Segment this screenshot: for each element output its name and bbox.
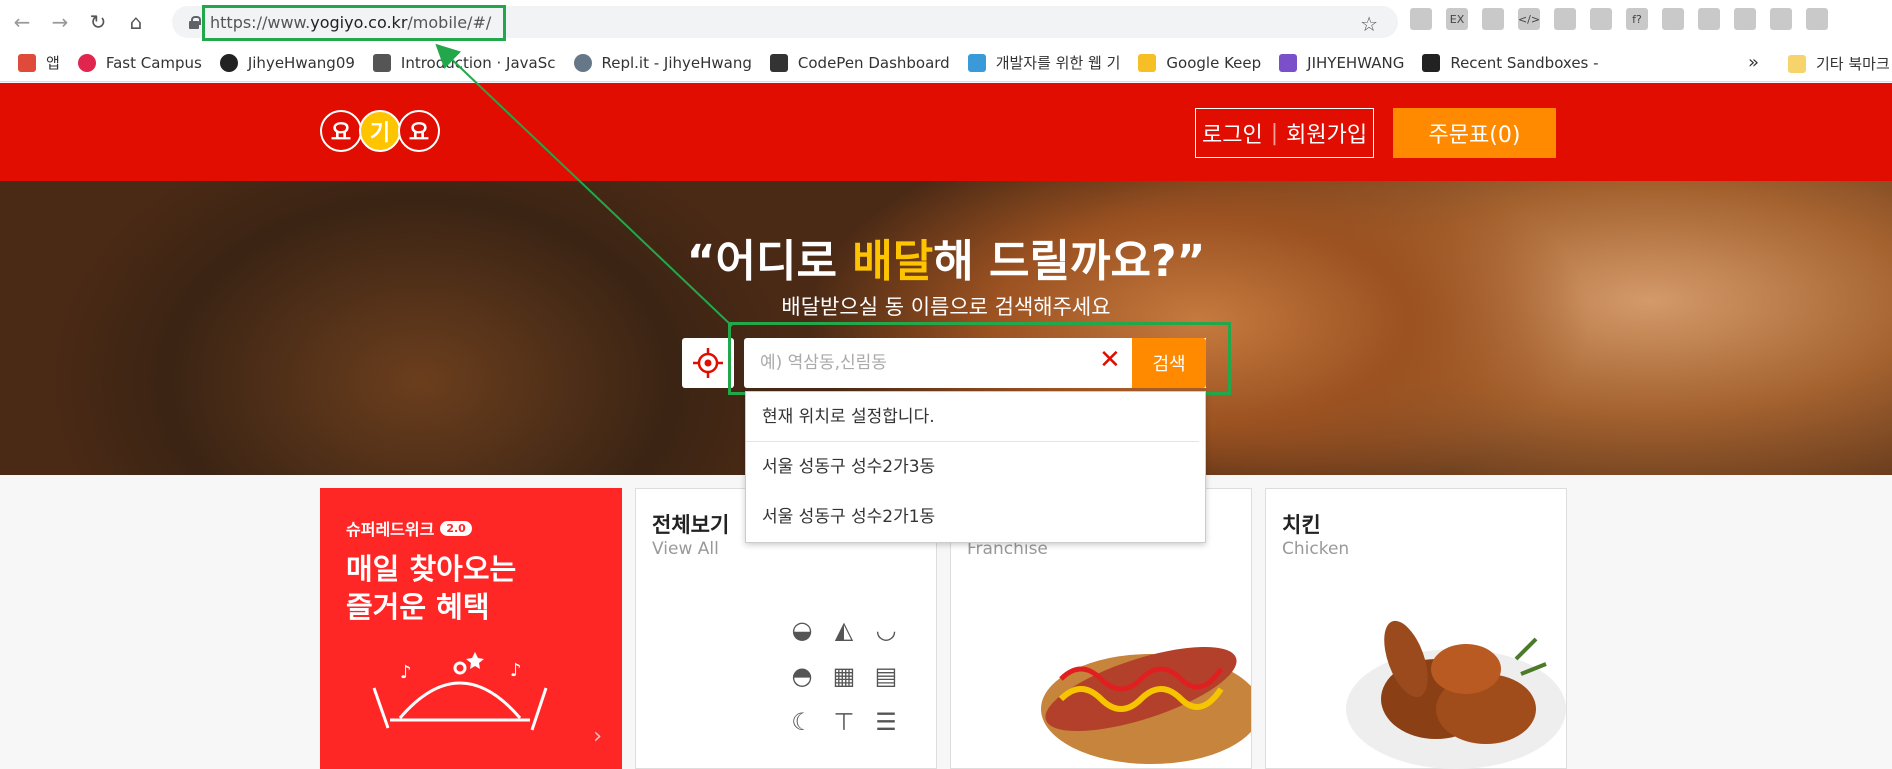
chicken-icon: ◒: [791, 616, 813, 644]
back-icon[interactable]: ←: [6, 6, 38, 38]
keep-icon: [1138, 53, 1157, 72]
fastcampus-icon: [77, 53, 96, 72]
auth-box: 로그인 | 회원가입: [1195, 108, 1375, 158]
extension-icon[interactable]: [1482, 8, 1504, 30]
bookmark-item[interactable]: JIHYEHWANG: [1279, 53, 1404, 72]
forward-icon[interactable]: →: [44, 6, 76, 38]
extension-icon[interactable]: [1590, 8, 1612, 30]
card-subtitle: View All: [652, 539, 719, 559]
promo-card[interactable]: 슈퍼레드위크 2.0 매일 찾아오는 즐거운 혜택 ♪ ♪ ›: [320, 488, 622, 769]
site-header: 요 기 요 로그인 | 회원가입 주문표(0): [0, 83, 1892, 181]
search-highlight-box: [728, 322, 1231, 395]
bookmark-item[interactable]: CodePen Dashboard: [769, 53, 950, 72]
other-bookmarks-folder[interactable]: 기타 북마크: [1788, 53, 1890, 74]
extension-icon[interactable]: [1770, 8, 1792, 30]
folder-icon: [1788, 54, 1806, 73]
extension-icon[interactable]: EX: [1446, 8, 1468, 30]
suggestion-current-location[interactable]: 현재 위치로 설정합니다.: [746, 392, 1199, 442]
card-title: 치킨: [1282, 513, 1321, 537]
hotdog-image: [1041, 646, 1251, 764]
extension-icon[interactable]: [1662, 8, 1684, 30]
bookmark-star-icon[interactable]: ☆: [1360, 12, 1378, 36]
lock-icon: [188, 15, 201, 29]
logo-char: 요: [320, 110, 362, 152]
home-icon[interactable]: ⌂: [120, 6, 152, 38]
bookmark-item[interactable]: 개발자를 위한 웹 기: [967, 52, 1120, 73]
extensions-area: EX </> f?: [1410, 8, 1828, 30]
night-food-icon: ☾: [791, 708, 813, 736]
promo-tag: 슈퍼레드위크 2.0: [346, 516, 472, 540]
card-title: 전체보기: [652, 513, 730, 537]
suggestion-item[interactable]: 서울 성동구 성수2가3동: [746, 442, 1205, 492]
codepen-icon: [769, 53, 788, 72]
svg-text:♪: ♪: [400, 662, 412, 683]
divider: |: [1270, 120, 1279, 146]
bookmark-item[interactable]: Google Keep: [1138, 53, 1261, 72]
mdn-icon: [967, 53, 986, 72]
promo-headline: 매일 찾아오는 즐거운 혜택: [346, 552, 517, 624]
bookmark-item[interactable]: Repl.it - JihyeHwang: [573, 53, 752, 72]
login-link[interactable]: 로그인: [1202, 117, 1263, 149]
browser-toolbar: ← → ↻ ⌂ https://www.yogiyo.co.kr/mobile/…: [0, 0, 1892, 44]
codesandbox-icon: [1422, 53, 1441, 72]
burger-icon: ☰: [875, 708, 897, 736]
bookmark-item[interactable]: Introduction · JavaSc: [372, 53, 556, 72]
hero-title: “어디로 배달해 드릴까요?”: [686, 236, 1206, 287]
noodle-icon: ◡: [875, 616, 897, 644]
chicken-image: [1346, 620, 1566, 769]
address-suggestions: 현재 위치로 설정합니다. 서울 성동구 성수2가3동 서울 성동구 성수2가1…: [745, 391, 1206, 543]
bookmark-apps[interactable]: 앱: [18, 52, 60, 73]
book-icon: [372, 53, 391, 72]
yogiyo-logo[interactable]: 요 기 요: [320, 110, 440, 152]
extension-icon[interactable]: </>: [1518, 8, 1540, 30]
replit-icon: [573, 53, 592, 72]
reload-icon[interactable]: ↻: [82, 6, 114, 38]
pizza-icon: ◭: [834, 616, 854, 644]
extension-icon[interactable]: [1554, 8, 1576, 30]
bookmark-item[interactable]: Recent Sandboxes -: [1422, 53, 1599, 72]
crosshair-icon: [693, 348, 723, 378]
card-subtitle: Chicken: [1282, 539, 1350, 559]
signup-link[interactable]: 회원가입: [1286, 117, 1367, 149]
svg-text:♪: ♪: [510, 660, 522, 681]
extension-icon[interactable]: f?: [1626, 8, 1648, 30]
chevron-right-icon: ›: [593, 724, 602, 749]
extension-icon[interactable]: [1410, 8, 1432, 30]
skewer-icon: ⊤: [833, 708, 855, 736]
logo-char: 요: [398, 110, 440, 152]
github-icon: [219, 53, 238, 72]
extension-icon[interactable]: [1734, 8, 1756, 30]
rice-bowl-icon: ◓: [791, 662, 813, 690]
hero-subtitle: 배달받으실 동 이름으로 검색해주세요: [781, 295, 1111, 319]
order-sheet-button[interactable]: 주문표(0): [1393, 108, 1556, 158]
logo-char: 기: [359, 110, 401, 152]
stack-icon: [1279, 53, 1298, 72]
bookmark-item[interactable]: JihyeHwang09: [219, 53, 355, 72]
suggestion-item[interactable]: 서울 성동구 성수2가1동: [746, 492, 1205, 542]
category-card-chicken[interactable]: 치킨 Chicken: [1265, 488, 1567, 769]
bookmarks-overflow-icon[interactable]: »: [1748, 52, 1759, 73]
bookmark-item[interactable]: Fast Campus: [77, 53, 202, 72]
bookmarks-bar: 앱 Fast Campus JihyeHwang09 Introduction …: [0, 44, 1892, 82]
lunchbox-icon: ▦: [832, 662, 856, 690]
category-icon-grid: ◒ ◭ ◡ ◓ ▦ ▤ ☾ ⊤ ☰: [786, 614, 906, 738]
sushi-icon: ▤: [874, 662, 898, 690]
menu-icon[interactable]: [1806, 8, 1828, 30]
apps-grid-icon: [18, 53, 36, 72]
current-location-button[interactable]: [682, 338, 734, 388]
cloche-icon: ♪ ♪: [372, 652, 548, 731]
url-highlight-box: [202, 5, 506, 41]
extension-icon[interactable]: [1698, 8, 1720, 30]
